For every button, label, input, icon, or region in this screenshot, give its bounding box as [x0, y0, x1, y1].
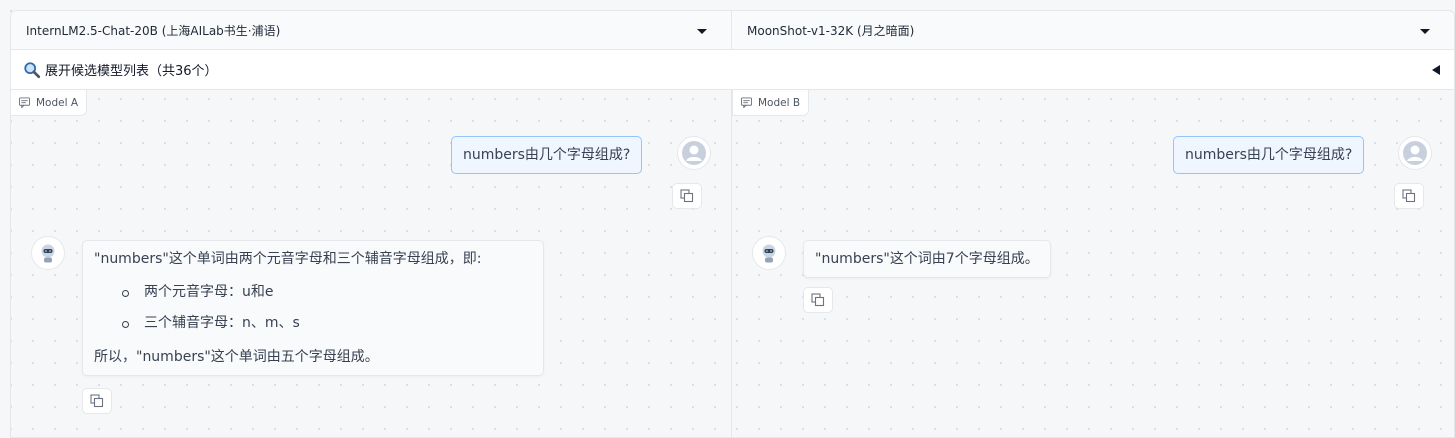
user-message-text: numbers由几个字母组成? — [463, 147, 631, 163]
chatbot-panel-b: Model B numbers由几个字母组成? "numbers"这个词由7个字… — [732, 90, 1455, 438]
chatbot-panel-a: Model A numbers由几个字母组成? "numbers"这个单词由两个… — [10, 90, 732, 438]
model-list-expander[interactable]: 展开候选模型列表（共36个） — [10, 50, 1455, 90]
user-avatar-icon — [1403, 141, 1427, 165]
user-message-text: numbers由几个字母组成? — [1185, 147, 1353, 163]
bot-message-text: "numbers"这个词由7个字母组成。 — [815, 251, 1039, 267]
model-b-dropdown[interactable]: MoonShot-v1-32K (月之暗面) — [732, 10, 1455, 50]
user-avatar — [1398, 136, 1432, 170]
user-avatar — [677, 136, 711, 170]
search-icon — [24, 61, 41, 78]
caret-left-icon[interactable] — [1432, 65, 1440, 75]
bot-message-intro: "numbers"这个单词由两个元音字母和三个辅音字母组成，即: — [94, 251, 482, 267]
copy-icon — [680, 189, 694, 203]
copy-button[interactable] — [1394, 183, 1424, 209]
panel-label-text: Model B — [758, 96, 801, 109]
user-message: numbers由几个字母组成? — [1173, 136, 1365, 174]
bot-avatar — [752, 236, 786, 270]
list-item: 两个元音字母：u和e — [120, 277, 532, 308]
copy-icon — [1402, 189, 1416, 203]
copy-icon — [90, 394, 104, 408]
bot-message: "numbers"这个词由7个字母组成。 — [803, 240, 1051, 278]
chat-icon — [741, 97, 752, 108]
model-b-selected: MoonShot-v1-32K (月之暗面) — [747, 23, 915, 38]
chat-icon — [19, 97, 30, 108]
model-a-selected: InternLM2.5-Chat-20B (上海AILab书生·浦语) — [26, 23, 281, 38]
model-selectors: InternLM2.5-Chat-20B (上海AILab书生·浦语) Moon… — [10, 10, 1455, 50]
copy-button[interactable] — [672, 183, 702, 209]
chevron-down-icon — [1420, 29, 1430, 34]
chevron-down-icon — [697, 29, 707, 34]
copy-button[interactable] — [803, 287, 833, 313]
panel-label-a: Model A — [10, 90, 88, 116]
bot-message-list: 两个元音字母：u和e 三个辅音字母：n、m、s — [120, 277, 532, 339]
copy-button[interactable] — [82, 388, 112, 414]
robot-icon — [762, 244, 776, 263]
model-a-dropdown[interactable]: InternLM2.5-Chat-20B (上海AILab书生·浦语) — [10, 10, 732, 50]
list-item: 三个辅音字母：n、m、s — [120, 308, 532, 339]
user-message: numbers由几个字母组成? — [451, 136, 643, 174]
robot-icon — [41, 244, 55, 263]
user-avatar-icon — [682, 141, 706, 165]
panel-label-b: Model B — [732, 90, 810, 116]
expander-label: 展开候选模型列表（共36个） — [45, 64, 218, 79]
panel-label-text: Model A — [36, 96, 79, 109]
arena-app: InternLM2.5-Chat-20B (上海AILab书生·浦语) Moon… — [10, 10, 1455, 438]
bot-message: "numbers"这个单词由两个元音字母和三个辅音字母组成，即: 两个元音字母：… — [82, 240, 544, 376]
copy-icon — [811, 293, 825, 307]
bot-message-conclusion: 所以，"numbers"这个单词由五个字母组成。 — [94, 349, 379, 365]
bot-avatar — [31, 236, 65, 270]
